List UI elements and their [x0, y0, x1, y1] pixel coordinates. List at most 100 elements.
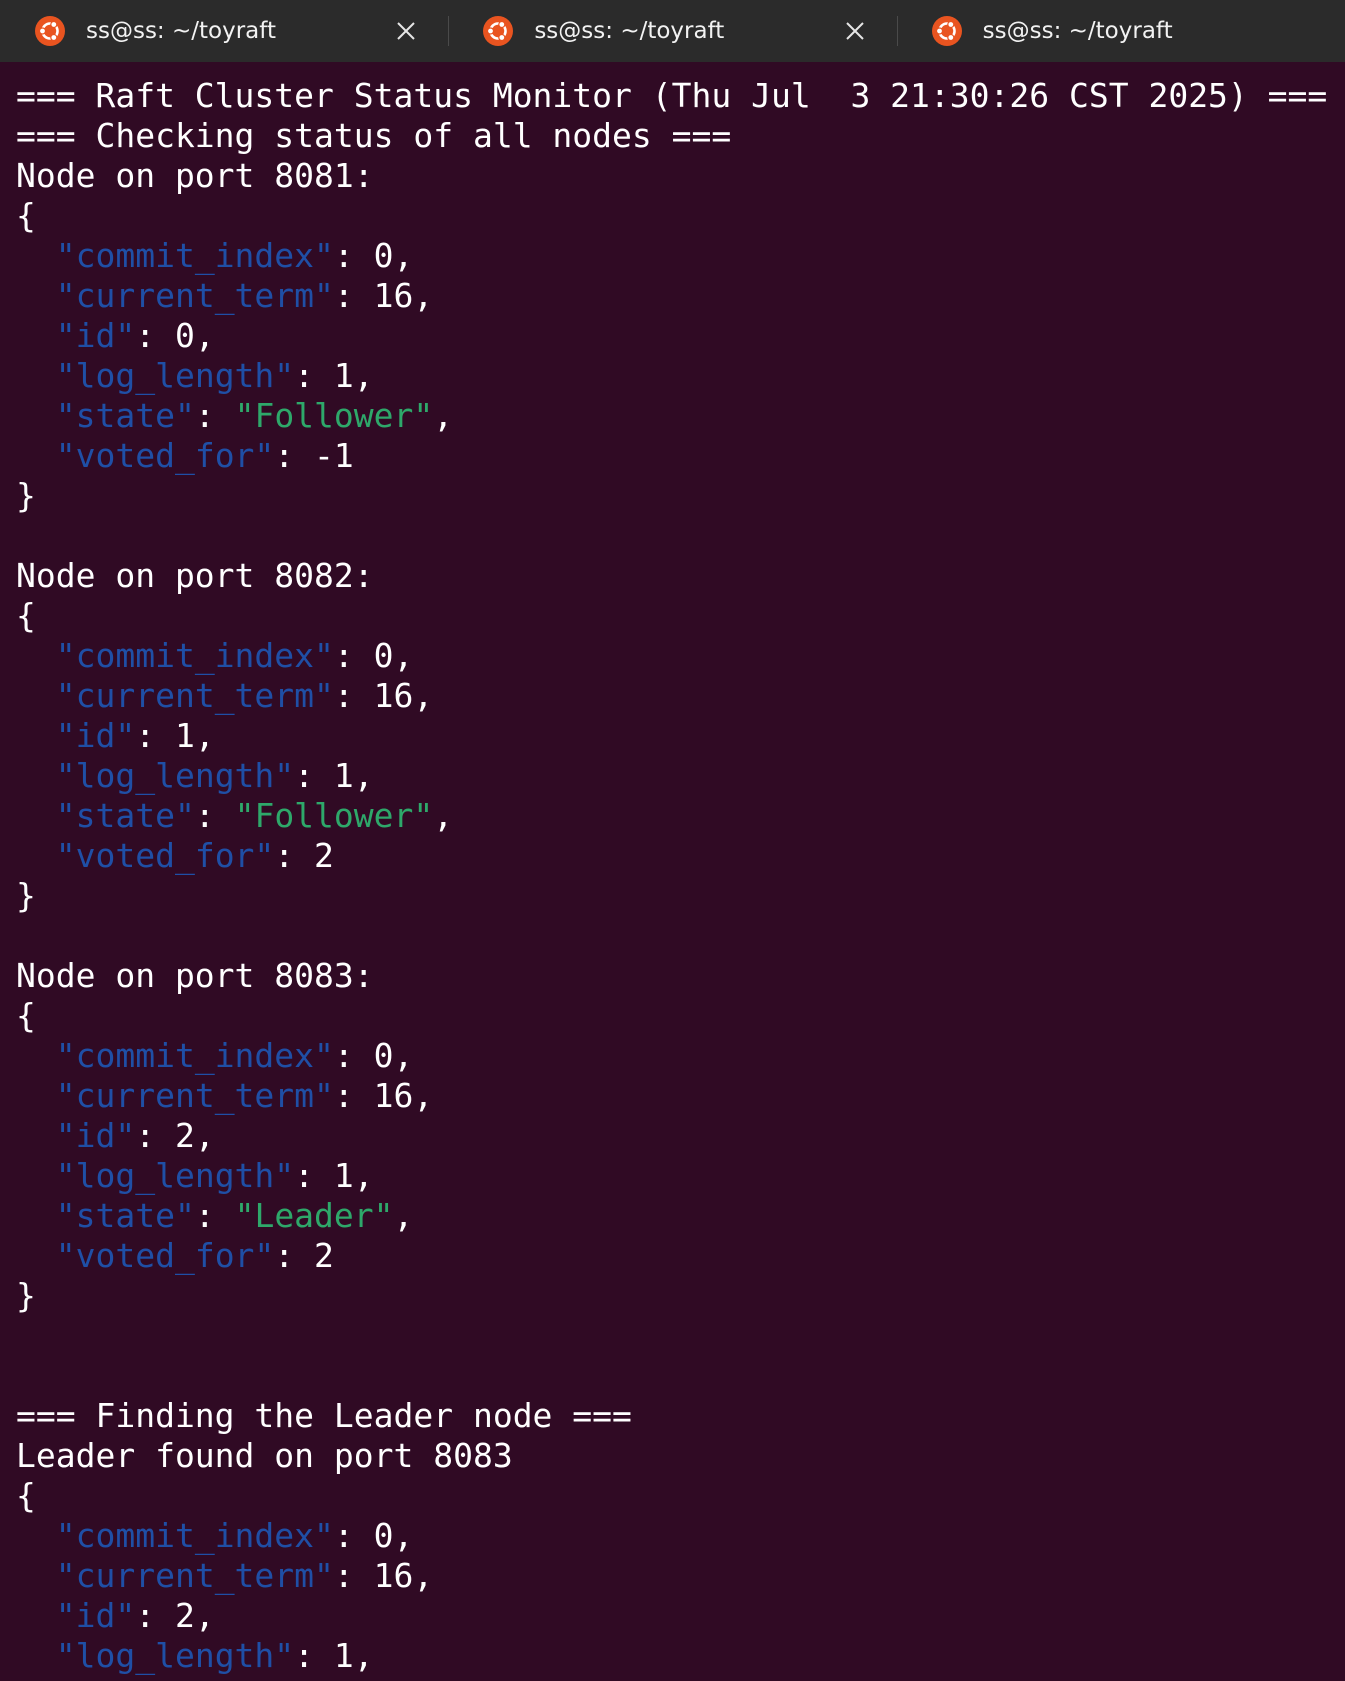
output-text: { — [16, 596, 36, 635]
close-icon[interactable] — [394, 19, 418, 43]
json-key: "voted_for" — [55, 836, 275, 875]
json-separator: : — [333, 1516, 374, 1555]
tab-bar: ss@ss: ~/toyraft ss@ss: ~/toyraft ss@ss:… — [0, 0, 1345, 62]
json-separator: : — [194, 796, 235, 835]
json-key: "commit_index" — [55, 636, 334, 675]
json-value: 1 — [333, 756, 354, 795]
json-value: 0 — [373, 1516, 394, 1555]
json-key: "id" — [55, 316, 136, 355]
json-separator: : — [194, 396, 235, 435]
json-value: "Leader" — [234, 1196, 394, 1235]
output-text: } — [16, 876, 36, 915]
tab-terminal-3[interactable]: ss@ss: ~/toyraft — [896, 0, 1345, 62]
ubuntu-icon — [483, 16, 514, 46]
json-trailing-comma: , — [413, 1556, 434, 1595]
terminal-line: Node on port 8083: — [16, 956, 1341, 996]
json-value: "Follower" — [234, 396, 434, 435]
json-trailing-comma: , — [353, 756, 374, 795]
json-trailing-comma: , — [433, 796, 454, 835]
json-key: "log_length" — [55, 1636, 295, 1675]
json-separator: : — [274, 436, 315, 475]
output-text: Leader found on port 8083 — [16, 1436, 513, 1475]
json-key: "current_term" — [55, 276, 334, 315]
ubuntu-icon — [35, 16, 65, 46]
json-separator: : — [294, 756, 334, 795]
json-value: 0 — [174, 316, 195, 355]
json-key: "log_length" — [55, 756, 295, 795]
terminal-line: === Raft Cluster Status Monitor (Thu Jul… — [16, 76, 1341, 116]
json-key: "id" — [55, 716, 136, 755]
json-trailing-comma: , — [413, 1076, 434, 1115]
output-text: Node on port 8081: — [16, 156, 374, 195]
terminal-line: "commit_index": 0, — [16, 236, 1341, 276]
json-separator: : — [194, 1196, 235, 1235]
json-value: 0 — [373, 636, 394, 675]
tab-title: ss@ss: ~/toyraft — [982, 18, 1173, 44]
terminal-line: Leader found on port 8083 — [16, 1436, 1341, 1476]
json-value: -1 — [314, 436, 354, 475]
json-value: 1 — [333, 1156, 354, 1195]
json-value: 0 — [373, 236, 394, 275]
terminal-line: } — [16, 476, 1341, 516]
terminal-output[interactable]: === Raft Cluster Status Monitor (Thu Jul… — [16, 76, 1341, 1676]
json-separator: : — [294, 1636, 334, 1675]
tab-terminal-2[interactable]: ss@ss: ~/toyraft — [448, 0, 896, 62]
terminal-line: "id": 1, — [16, 716, 1341, 756]
terminal-line: Node on port 8082: — [16, 556, 1341, 596]
json-separator: : — [135, 716, 175, 755]
json-separator: : — [333, 636, 374, 675]
terminal-line: "voted_for": -1 — [16, 436, 1341, 476]
terminal-line: "log_length": 1, — [16, 1636, 1341, 1676]
json-trailing-comma: , — [393, 636, 414, 675]
terminal-line: "id": 2, — [16, 1116, 1341, 1156]
close-icon[interactable] — [843, 19, 867, 43]
json-trailing-comma: , — [393, 236, 414, 275]
json-key: "log_length" — [55, 1156, 295, 1195]
json-value: 16 — [373, 676, 414, 715]
json-value: 1 — [174, 716, 195, 755]
tab-terminal-1[interactable]: ss@ss: ~/toyraft — [0, 0, 448, 62]
json-trailing-comma: , — [393, 1036, 414, 1075]
json-separator: : — [274, 1236, 315, 1275]
terminal-line: === Finding the Leader node === — [16, 1396, 1341, 1436]
json-trailing-comma: , — [194, 1596, 215, 1635]
json-trailing-comma: , — [194, 316, 215, 355]
json-trailing-comma: , — [413, 676, 434, 715]
json-key: "state" — [55, 396, 195, 435]
json-value: 16 — [373, 1556, 414, 1595]
terminal-line: "voted_for": 2 — [16, 1236, 1341, 1276]
terminal-line: "id": 2, — [16, 1596, 1341, 1636]
terminal-line: "current_term": 16, — [16, 676, 1341, 716]
output-text: { — [16, 196, 36, 235]
terminal-line: "state": "Follower", — [16, 796, 1341, 836]
terminal-line: "commit_index": 0, — [16, 636, 1341, 676]
terminal-line: "commit_index": 0, — [16, 1036, 1341, 1076]
tab-title: ss@ss: ~/toyraft — [534, 18, 725, 44]
output-text: Node on port 8082: — [16, 556, 374, 595]
json-trailing-comma: , — [353, 1636, 374, 1675]
json-key: "state" — [55, 1196, 195, 1235]
json-separator: : — [333, 276, 374, 315]
json-trailing-comma: , — [194, 716, 215, 755]
json-trailing-comma: , — [393, 1516, 414, 1555]
terminal-line: "log_length": 1, — [16, 1156, 1341, 1196]
output-text: === Finding the Leader node === — [16, 1396, 632, 1435]
json-separator: : — [135, 316, 175, 355]
json-key: "state" — [55, 796, 195, 835]
output-text: } — [16, 476, 36, 515]
terminal-line: } — [16, 1276, 1341, 1316]
json-trailing-comma: , — [393, 1196, 414, 1235]
